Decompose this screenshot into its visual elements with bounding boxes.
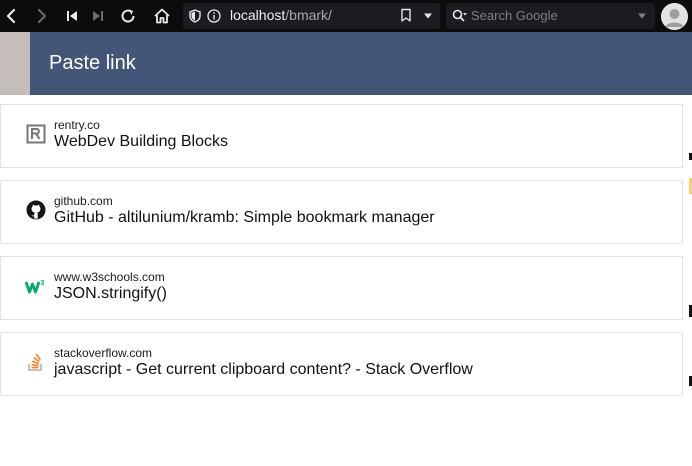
bookmark-title[interactable]: javascript - Get current clipboard conte…	[54, 361, 473, 379]
page-header: Paste link	[30, 32, 692, 95]
bookmark-star-icon[interactable]	[400, 8, 412, 23]
url-host: localhost	[230, 7, 286, 23]
reload-button[interactable]	[118, 5, 138, 27]
left-strip	[0, 32, 30, 95]
avatar[interactable]	[661, 3, 688, 30]
search-dropdown-icon[interactable]	[637, 13, 647, 19]
bookmark-title[interactable]: WebDev Building Blocks	[54, 133, 228, 151]
skip-forward-button[interactable]	[89, 5, 107, 27]
stackoverflow-icon	[25, 351, 47, 373]
home-icon	[154, 8, 170, 24]
search-icon	[452, 9, 467, 22]
bookmark-domain: stackoverflow.com	[54, 346, 153, 360]
shield-icon[interactable]	[189, 9, 201, 23]
svg-text:3: 3	[41, 280, 45, 287]
bookmark-domain: rentry.co	[54, 118, 100, 132]
arrow-right-icon	[37, 8, 47, 24]
reload-icon	[121, 9, 135, 23]
bookmark-card[interactable]: 3 www.w3schools.com JSON.stringify()	[0, 256, 683, 320]
bookmark-card[interactable]: github.com GitHub - altilunium/kramb: Si…	[0, 180, 683, 244]
bookmark-domain: github.com	[54, 194, 113, 208]
arrow-left-icon	[6, 8, 16, 24]
search-bar[interactable]: Search Google	[446, 3, 655, 29]
url-path: /bmark/	[285, 7, 332, 23]
skip-forward-icon	[93, 11, 103, 21]
bookmark-title[interactable]: JSON.stringify()	[54, 285, 167, 303]
back-button[interactable]	[2, 5, 20, 27]
search-placeholder: Search Google	[471, 8, 558, 23]
browser-toolbar: localhost/bmark/ Search Google	[0, 0, 692, 32]
info-icon[interactable]	[207, 9, 221, 23]
rentry-icon	[25, 123, 47, 145]
user-icon	[661, 3, 688, 30]
w3schools-icon: 3	[25, 275, 47, 297]
bookmark-domain: www.w3schools.com	[54, 270, 165, 284]
chevron-down-icon[interactable]	[423, 13, 433, 19]
skip-back-button[interactable]	[63, 5, 81, 27]
bookmark-card[interactable]: stackoverflow.com javascript - Get curre…	[0, 332, 683, 396]
skip-back-icon	[67, 11, 77, 21]
bookmark-title[interactable]: GitHub - altilunium/kramb: Simple bookma…	[54, 209, 435, 227]
home-button[interactable]	[152, 5, 172, 27]
github-icon	[25, 199, 47, 221]
forward-button[interactable]	[33, 5, 51, 27]
url-text[interactable]: localhost/bmark/	[230, 7, 332, 23]
url-bar[interactable]: localhost/bmark/	[183, 3, 440, 29]
page-title[interactable]: Paste link	[49, 52, 136, 75]
bookmark-card[interactable]: rentry.co WebDev Building Blocks	[0, 104, 683, 168]
